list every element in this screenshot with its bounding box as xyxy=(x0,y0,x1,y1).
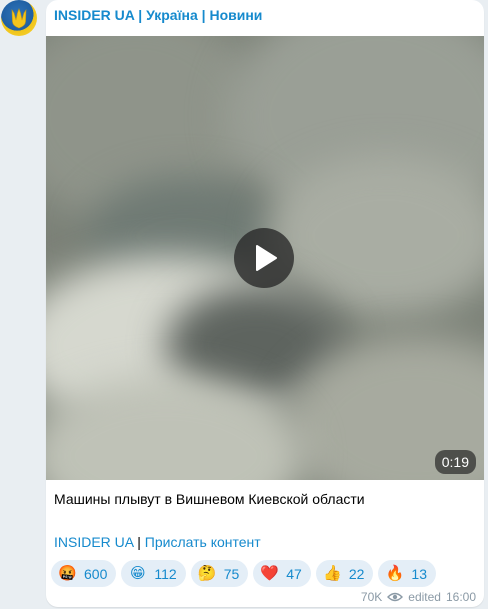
send-content-link[interactable]: Прислать контент xyxy=(145,534,261,550)
grinning-face-icon: 😁 xyxy=(130,565,146,582)
eye-icon xyxy=(387,592,404,602)
reaction-angry[interactable]: 🤬 600 xyxy=(51,560,117,587)
reaction-heart[interactable]: ❤️ 47 xyxy=(253,560,311,587)
message-meta: 70K edited 16:00 xyxy=(361,590,476,604)
reaction-thumbs-up[interactable]: 👍 22 xyxy=(315,560,374,587)
heart-icon: ❤️ xyxy=(260,565,280,582)
play-icon xyxy=(256,245,277,271)
reaction-count: 47 xyxy=(286,565,302,582)
ukraine-trident-icon xyxy=(11,8,27,29)
insider-ua-link[interactable]: INSIDER UA xyxy=(54,534,133,550)
reaction-thinking[interactable]: 🤔 75 xyxy=(190,560,249,587)
channel-name[interactable]: INSIDER UA | Україна | Новини xyxy=(54,7,262,23)
message-caption: Машины плывут в Вишневом Киевской област… xyxy=(54,491,365,507)
thinking-face-icon: 🤔 xyxy=(197,565,217,582)
reaction-count: 112 xyxy=(154,565,177,582)
reaction-count: 13 xyxy=(411,565,427,582)
play-button[interactable] xyxy=(234,228,294,288)
reaction-count: 600 xyxy=(84,565,108,582)
reactions-bar: 🤬 600 😁 112 🤔 75 ❤️ 47 👍 22 🔥 13 xyxy=(51,560,436,587)
message-time: 16:00 xyxy=(445,590,476,604)
video-thumbnail[interactable]: 0:19 xyxy=(46,36,484,480)
reaction-fire[interactable]: 🔥 13 xyxy=(378,560,436,587)
angry-face-icon: 🤬 xyxy=(58,565,77,582)
reaction-grin[interactable]: 😁 112 xyxy=(121,560,186,587)
reaction-count: 75 xyxy=(223,565,240,582)
channel-avatar[interactable] xyxy=(1,0,37,36)
links-separator: | xyxy=(133,534,145,550)
message-bubble: INSIDER UA | Україна | Новини 0:19 Машин… xyxy=(46,0,484,607)
message-links: INSIDER UA | Прислать контент xyxy=(54,534,261,550)
edited-label: edited xyxy=(408,590,441,604)
thumbs-up-icon: 👍 xyxy=(323,565,342,582)
video-duration: 0:19 xyxy=(434,450,476,474)
reaction-count: 22 xyxy=(348,565,365,582)
fire-icon: 🔥 xyxy=(385,565,405,582)
view-count: 70K xyxy=(360,590,383,604)
